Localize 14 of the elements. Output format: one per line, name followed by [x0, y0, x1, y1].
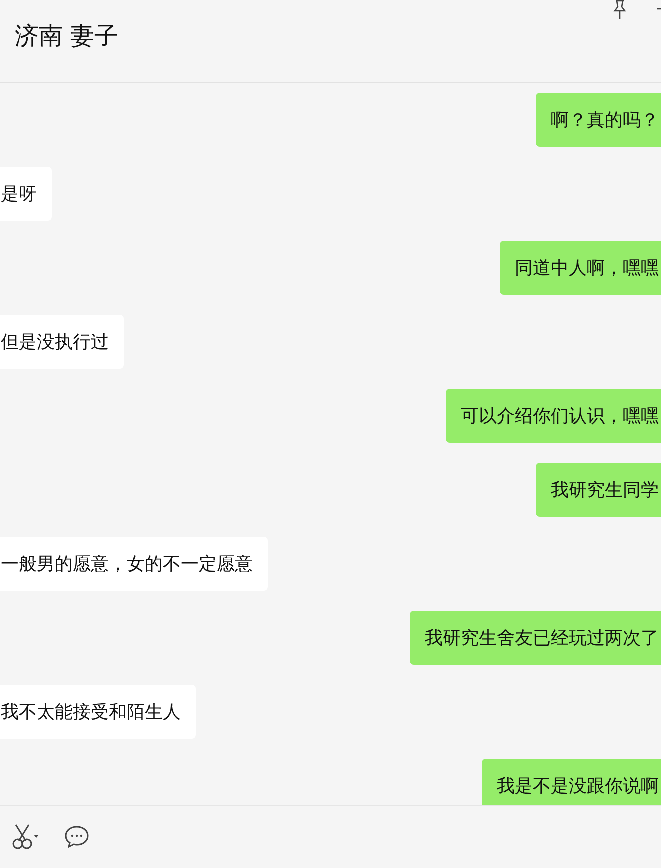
received-message: 但是没执行过	[0, 315, 124, 369]
sent-message: 我研究生同学	[536, 463, 661, 517]
received-message: 我不太能接受和陌生人	[0, 685, 196, 739]
scissors-icon[interactable]	[12, 824, 42, 850]
sent-message: 啊？真的吗？	[536, 93, 661, 147]
sent-message: 我研究生舍友已经玩过两次了	[410, 611, 661, 665]
sent-message: 可以介绍你们认识，嘿嘿	[446, 389, 661, 443]
pin-icon[interactable]	[613, 0, 627, 20]
chat-title: 济南 妻子	[15, 21, 119, 52]
sent-message: 我是不是没跟你说啊	[482, 759, 661, 805]
received-message: 一般男的愿意，女的不一定愿意	[0, 537, 268, 591]
sent-message: 同道中人啊，嘿嘿	[500, 241, 661, 295]
chat-bubble-icon[interactable]	[64, 825, 90, 849]
received-message: 是呀	[0, 167, 52, 221]
